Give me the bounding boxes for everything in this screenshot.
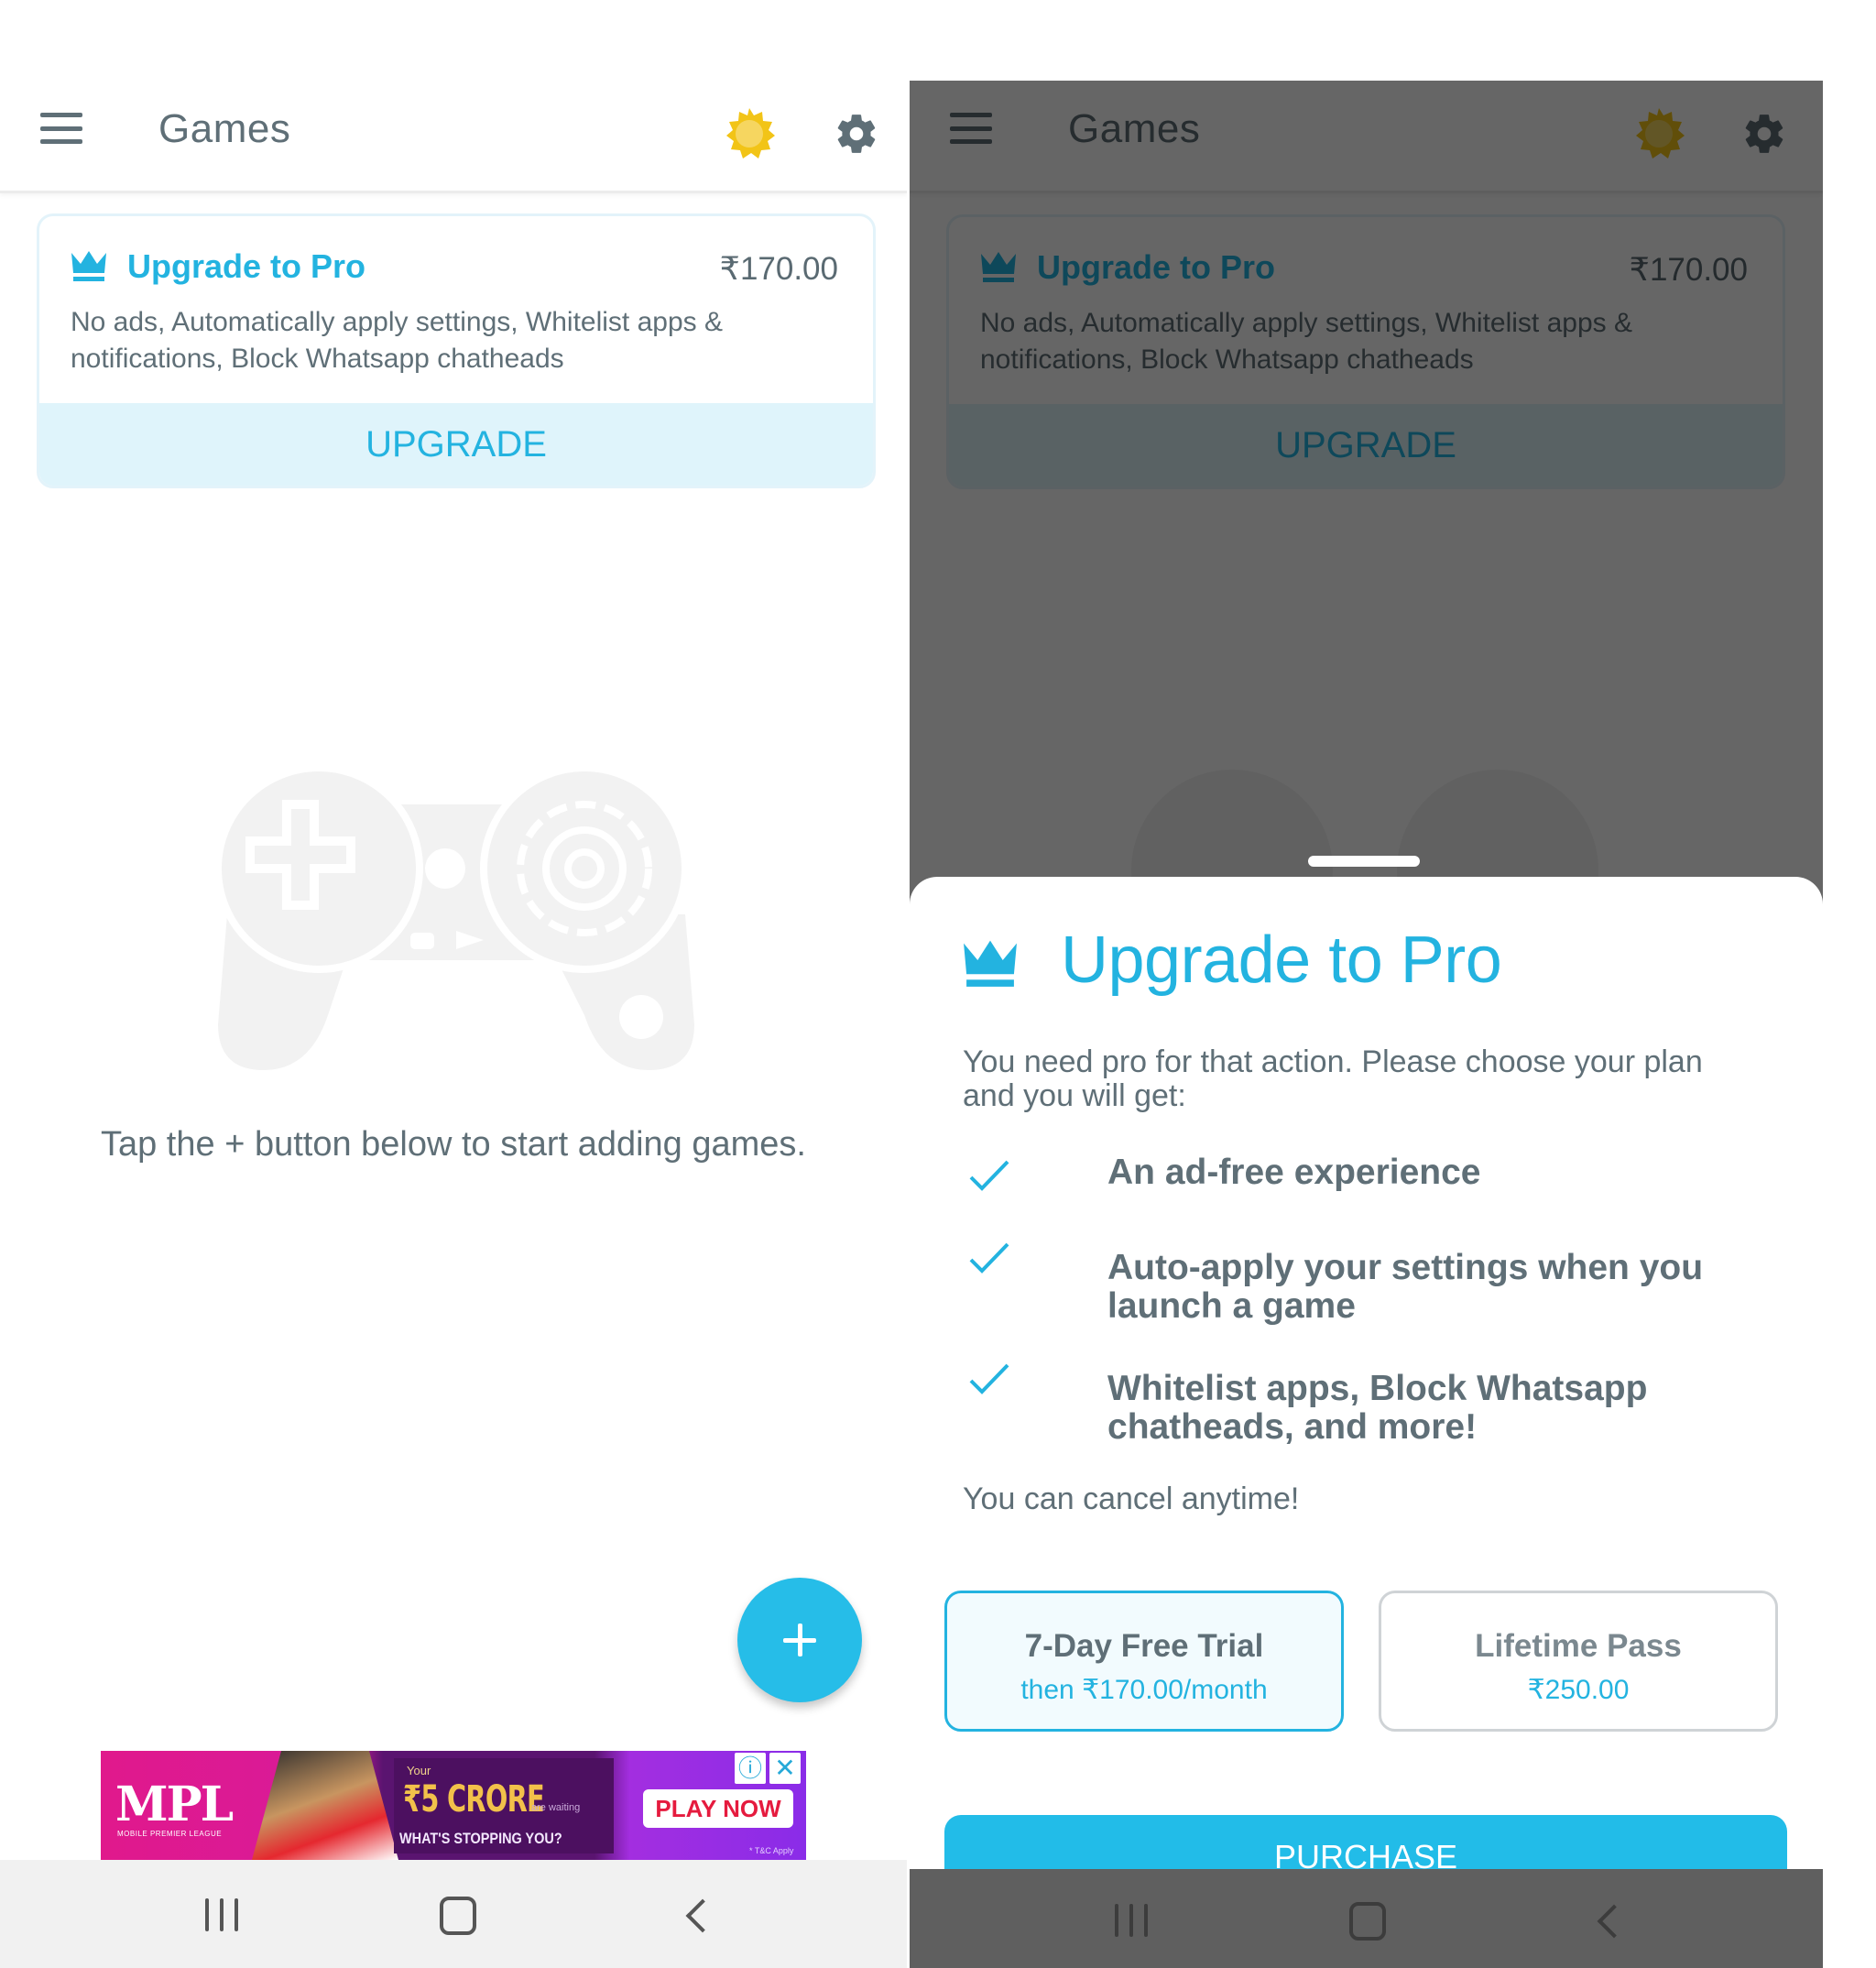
ad-tagline: WHAT'S STOPPING YOU? — [399, 1830, 562, 1847]
upgrade-dialog-screen: Games Upgrade to Pro ₹170.00 No ads, Aut… — [910, 81, 1823, 1968]
back-icon[interactable] — [685, 1898, 720, 1933]
check-icon — [969, 1160, 1009, 1191]
ad-line2: are waiting — [531, 1802, 581, 1813]
ad-banner[interactable]: MPL MOBILE PREMIER LEAGUE Your ₹5 CRORE … — [101, 1751, 806, 1860]
plan-name: 7-Day Free Trial — [1024, 1628, 1264, 1664]
ad-disclaimer: * T&C Apply — [749, 1846, 794, 1855]
crown-icon — [964, 940, 1017, 987]
sheet-description: You need pro for that action. Please cho… — [963, 1044, 1703, 1113]
check-icon — [969, 1363, 1009, 1394]
ad-close-icon[interactable]: ✕ — [769, 1753, 801, 1784]
ad-brand-subtitle: MOBILE PREMIER LEAGUE — [117, 1830, 223, 1838]
cancel-note: You can cancel anytime! — [963, 1481, 1300, 1516]
empty-state-message: Tap the + button below to start adding g… — [100, 1125, 806, 1164]
upgrade-description: No ads, Automatically apply settings, Wh… — [71, 307, 724, 374]
ad-image — [252, 1751, 398, 1860]
gear-icon[interactable] — [834, 111, 879, 157]
feature-text: Auto-apply your settings when you launch… — [1107, 1248, 1704, 1326]
ad-play-now-button[interactable]: PLAY NOW — [643, 1789, 793, 1828]
upgrade-card-title: Upgrade to Pro — [127, 247, 366, 285]
ad-brand: MPL — [115, 1777, 234, 1832]
system-nav-bar — [0, 1860, 907, 1968]
back-icon[interactable] — [1597, 1904, 1631, 1939]
system-nav-bar — [910, 1869, 1823, 1968]
main-screen: Games Upgrade to Pro ₹170.00 No ads, Aut… — [0, 0, 907, 1968]
upgrade-button[interactable]: UPGRADE — [39, 403, 873, 486]
gamepad-gear-icon — [214, 768, 694, 1070]
plan-price: then ₹170.00/month — [1020, 1675, 1268, 1705]
feature-text: Whitelist apps, Block Whatsapp chatheads… — [1107, 1369, 1648, 1447]
hamburger-menu-icon[interactable] — [40, 113, 82, 144]
plan-option-free-trial[interactable]: 7-Day Free Trial then ₹170.00/month — [944, 1591, 1344, 1732]
upgrade-card: Upgrade to Pro ₹170.00 No ads, Automatic… — [37, 213, 876, 488]
crown-icon — [71, 251, 106, 281]
add-game-button[interactable] — [737, 1578, 862, 1702]
ad-headline: ₹5 CRORE — [403, 1778, 545, 1820]
recents-icon[interactable] — [205, 1898, 238, 1931]
home-icon[interactable] — [1349, 1902, 1386, 1941]
app-bar: Games — [0, 81, 907, 193]
plan-option-lifetime[interactable]: Lifetime Pass ₹250.00 — [1379, 1591, 1778, 1732]
sun-icon[interactable] — [723, 107, 776, 160]
recents-icon[interactable] — [1115, 1904, 1148, 1937]
home-icon[interactable] — [440, 1897, 476, 1935]
plan-price: ₹250.00 — [1527, 1675, 1630, 1705]
upgrade-price: ₹170.00 — [719, 251, 838, 287]
ad-line1: Your — [407, 1764, 431, 1777]
drag-handle[interactable] — [1308, 856, 1420, 867]
page-title: Games — [158, 106, 291, 151]
sheet-title: Upgrade to Pro — [1061, 924, 1502, 997]
upgrade-bottom-sheet: Upgrade to Pro You need pro for that act… — [910, 877, 1823, 1899]
check-icon — [969, 1242, 1009, 1274]
ad-info-icon[interactable]: ⓘ — [735, 1753, 766, 1784]
feature-text: An ad-free experience — [1107, 1153, 1481, 1192]
plan-name: Lifetime Pass — [1475, 1628, 1682, 1664]
